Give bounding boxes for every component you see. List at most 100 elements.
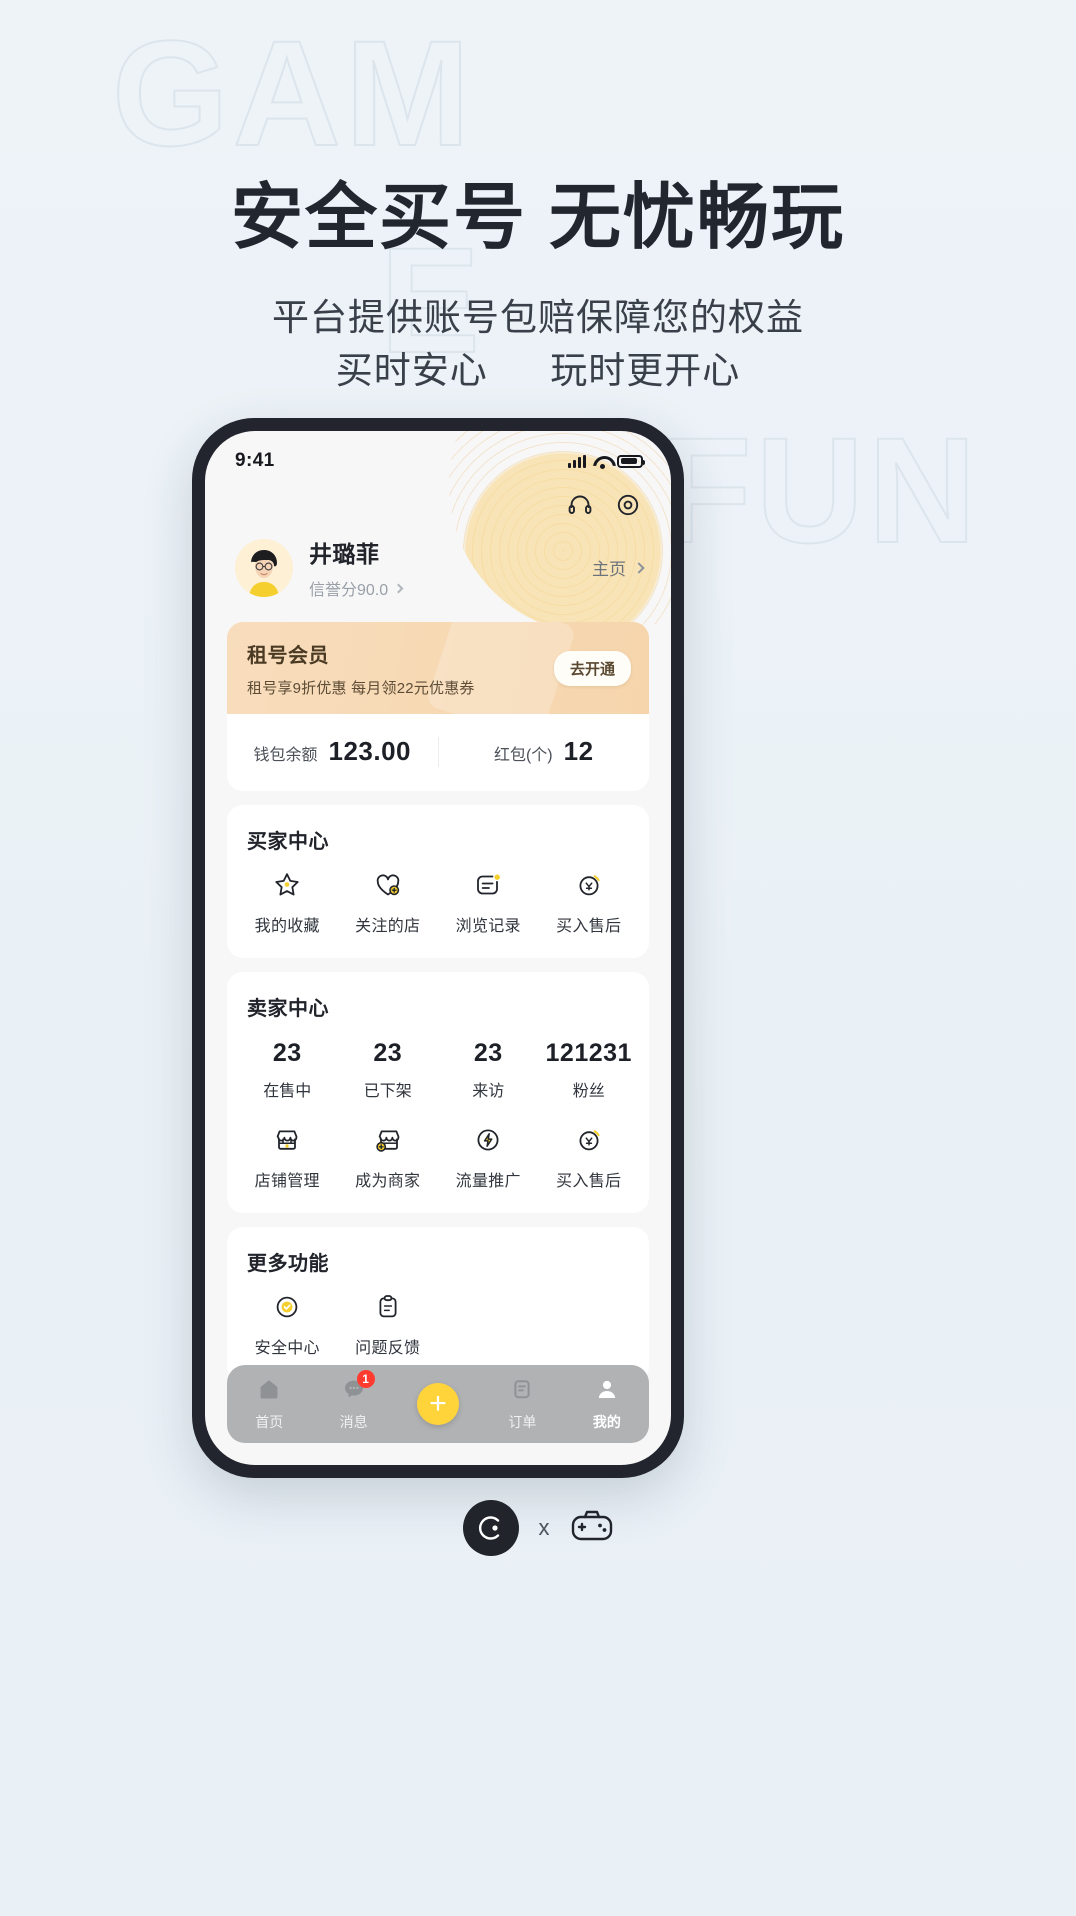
buyer-item-after-sales[interactable]: 买入售后 [539, 870, 640, 936]
more-item-label: 安全中心 [254, 1340, 320, 1357]
seller-item-promotion[interactable]: 流量推广 [438, 1125, 539, 1191]
buyer-center-title: 买家中心 [247, 831, 329, 853]
seller-item-become-merchant[interactable]: 成为商家 [338, 1125, 439, 1191]
buyer-center-card: 买家中心 我的收藏 关注的店 浏览记录 买入售后 [227, 805, 649, 958]
ghost-word-fun: FUN [659, 406, 981, 574]
more-item-security-center[interactable]: 安全中心 [237, 1292, 338, 1358]
member-text: 租号会员 租号享9折优惠 每月领22元优惠券 [247, 639, 554, 698]
seller-stat-fans[interactable]: 121231 粉丝 [539, 1039, 640, 1101]
seller-item-label: 店铺管理 [254, 1173, 320, 1190]
seller-item-after-sales[interactable]: 买入售后 [539, 1125, 640, 1191]
seller-stat-value: 23 [473, 1039, 503, 1067]
refund-icon [574, 870, 604, 900]
wallet-balance-value: 123.00 [328, 736, 412, 766]
seller-center-card: 卖家中心 23 在售中 23 已下架 23 来访 121231 粉丝 店铺管理 … [227, 972, 649, 1213]
brand-logo-icon [462, 1500, 519, 1556]
tab-orders[interactable]: 订单 [480, 1377, 564, 1432]
wifi-icon [593, 455, 610, 469]
more-grid-spacer [539, 1292, 640, 1358]
person-icon [595, 1377, 619, 1406]
profile-score-label: 信誉分90.0 [309, 582, 389, 599]
wallet-balance-label: 钱包余额 [253, 747, 318, 764]
poster-page: GAM E FUN 安全买号 无忧畅玩 平台提供账号包赔保障您的权益 买时安心 … [0, 0, 1076, 1916]
ghost-word-gam: GAM [111, 9, 474, 177]
tab-publish[interactable]: + [396, 1383, 480, 1425]
member-banner[interactable]: 租号会员 租号享9折优惠 每月领22元优惠券 去开通 [227, 622, 649, 714]
status-time: 9:41 [235, 450, 275, 471]
seller-stat-on-sale[interactable]: 23 在售中 [237, 1039, 338, 1101]
buyer-item-followed-shops[interactable]: 关注的店 [338, 870, 439, 936]
seller-stat-label: 已下架 [363, 1083, 412, 1100]
seller-stats-row: 23 在售中 23 已下架 23 来访 121231 粉丝 [227, 1021, 649, 1109]
seller-item-label: 成为商家 [355, 1173, 421, 1190]
tab-label: 我的 [592, 1413, 621, 1430]
gear-icon[interactable] [615, 492, 641, 518]
footer-separator: x [538, 1515, 550, 1540]
history-note-icon [473, 870, 503, 900]
more-grid-spacer [438, 1292, 539, 1358]
chevron-right-icon [633, 561, 645, 574]
seller-stat-delisted[interactable]: 23 已下架 [338, 1039, 439, 1101]
wallet-coupon-cell[interactable]: 红包(个) 12 [439, 736, 650, 767]
shop-plus-icon [373, 1125, 403, 1155]
buyer-item-history[interactable]: 浏览记录 [438, 870, 539, 936]
battery-icon [617, 454, 645, 468]
more-features-title: 更多功能 [247, 1253, 329, 1275]
avatar[interactable] [235, 538, 293, 597]
tab-label: 消息 [339, 1413, 368, 1430]
seller-item-label: 流量推广 [455, 1173, 521, 1190]
order-icon [510, 1377, 534, 1406]
seller-stat-value: 23 [373, 1039, 403, 1067]
buyer-item-label: 浏览记录 [455, 918, 521, 935]
buyer-item-favorites[interactable]: 我的收藏 [237, 870, 338, 936]
buyer-item-label: 我的收藏 [254, 918, 320, 935]
bolt-icon [473, 1125, 503, 1155]
seller-center-title: 卖家中心 [247, 998, 329, 1020]
poster-subline-2: 买时安心 玩时更开心 [0, 340, 1076, 394]
heart-shop-icon [373, 870, 403, 900]
seller-center-grid: 店铺管理 成为商家 流量推广 买入售后 [227, 1109, 649, 1213]
poster-headline: 安全买号 无忧畅玩 [230, 178, 845, 258]
seller-stat-label: 粉丝 [572, 1083, 605, 1100]
home-icon [257, 1377, 281, 1406]
plus-icon[interactable]: + [417, 1383, 460, 1425]
phone-mockup: 9:41 井璐菲 信誉分90.0 主页 租号会员 租号享9折优惠 每月领22元优… [192, 418, 684, 1478]
seller-stat-visits[interactable]: 23 来访 [438, 1039, 539, 1101]
phone-screen: 9:41 井璐菲 信誉分90.0 主页 租号会员 租号享9折优惠 每月领22元优… [205, 431, 671, 1465]
member-subtitle: 租号享9折优惠 每月领22元优惠券 [247, 680, 475, 697]
buyer-item-label: 买入售后 [556, 918, 622, 935]
profile-name: 井璐菲 [309, 541, 380, 567]
seller-stat-value: 23 [272, 1039, 302, 1067]
member-activate-button[interactable]: 去开通 [553, 651, 631, 686]
star-icon [272, 870, 302, 900]
seller-item-shop-manage[interactable]: 店铺管理 [237, 1125, 338, 1191]
seller-stat-label: 在售中 [263, 1083, 312, 1100]
wallet-balance-cell[interactable]: 钱包余额 123.00 [227, 736, 438, 767]
poster-subline-1: 平台提供账号包赔保障您的权益 [272, 297, 804, 338]
more-item-feedback[interactable]: 问题反馈 [338, 1292, 439, 1358]
poster-subline-2-right: 玩时更开心 [550, 350, 741, 391]
tab-profile[interactable]: 我的 [565, 1377, 649, 1432]
seller-item-label: 买入售后 [556, 1173, 622, 1190]
member-title: 租号会员 [247, 645, 329, 667]
status-bar: 9:41 [205, 431, 671, 479]
profile-text: 井璐菲 信誉分90.0 [309, 535, 592, 600]
tab-label: 订单 [508, 1413, 537, 1430]
shield-check-icon [272, 1292, 302, 1322]
more-item-label: 问题反馈 [355, 1340, 421, 1357]
tab-home[interactable]: 首页 [227, 1377, 311, 1432]
wallet-coupon-value: 12 [563, 736, 594, 766]
seller-stat-value: 121231 [545, 1039, 632, 1067]
tab-messages[interactable]: 1 消息 [311, 1369, 395, 1432]
header-actions [205, 479, 671, 525]
buyer-center-grid: 我的收藏 关注的店 浏览记录 买入售后 [227, 854, 649, 958]
profile-row[interactable]: 井璐菲 信誉分90.0 主页 [205, 525, 671, 600]
footer-logos: x [0, 1500, 1076, 1556]
profile-home-link[interactable]: 主页 [592, 555, 645, 580]
message-badge: 1 [356, 1369, 375, 1388]
shop-icon [272, 1125, 302, 1155]
headset-icon[interactable] [567, 492, 593, 518]
profile-score[interactable]: 信誉分90.0 [309, 576, 592, 600]
seller-stat-label: 来访 [472, 1083, 505, 1100]
buyer-item-label: 关注的店 [355, 918, 421, 935]
